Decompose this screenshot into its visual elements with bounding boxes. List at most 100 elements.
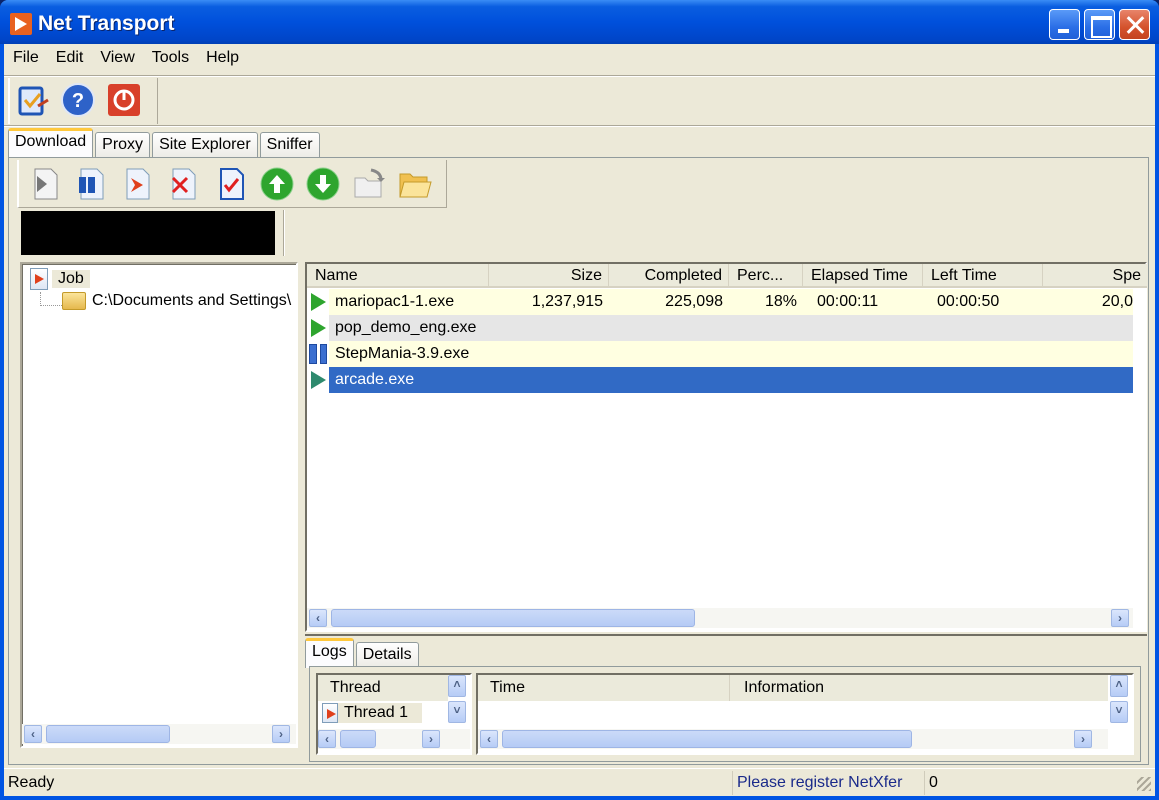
column-header-percent[interactable]: Perc... bbox=[729, 264, 803, 288]
thread-hscrollbar[interactable]: ‹ › bbox=[318, 729, 470, 749]
column-header-size[interactable]: Size bbox=[489, 264, 609, 288]
paused-icon bbox=[307, 344, 329, 364]
thread-header[interactable]: Thread bbox=[318, 675, 448, 701]
log-hscrollbar[interactable]: ‹ › bbox=[478, 729, 1108, 749]
tree-node-folder[interactable]: C:\Documents and Settings\ bbox=[62, 292, 291, 310]
options-button[interactable] bbox=[16, 82, 52, 118]
tab-sniffer[interactable]: Sniffer bbox=[259, 132, 320, 158]
tab-download[interactable]: Download bbox=[8, 128, 94, 158]
menu-bar: File Edit View Tools Help bbox=[4, 46, 247, 72]
scroll-thumb[interactable] bbox=[331, 609, 695, 627]
menu-tools[interactable]: Tools bbox=[143, 46, 197, 72]
help-button[interactable]: ? bbox=[60, 82, 96, 118]
open-folder-button[interactable] bbox=[397, 166, 433, 202]
exit-button[interactable] bbox=[106, 82, 142, 118]
job-icon bbox=[30, 268, 48, 290]
maximize-button[interactable] bbox=[1084, 9, 1115, 40]
cell-elapsed: 00:00:11 bbox=[803, 289, 923, 315]
tab-details[interactable]: Details bbox=[355, 642, 419, 668]
column-header-time[interactable]: Time bbox=[478, 675, 730, 701]
scroll-thumb[interactable] bbox=[340, 730, 376, 748]
menu-help[interactable]: Help bbox=[197, 46, 247, 72]
running-icon bbox=[307, 371, 329, 389]
main-tabs: Download Proxy Site Explorer Sniffer bbox=[8, 128, 322, 158]
tree-hscrollbar[interactable]: ‹ › bbox=[22, 724, 296, 744]
scroll-right-icon[interactable]: › bbox=[272, 725, 290, 743]
list-hscrollbar[interactable]: ‹ › bbox=[307, 608, 1133, 628]
tree-label-job: Job bbox=[52, 270, 90, 288]
menu-edit[interactable]: Edit bbox=[47, 46, 92, 72]
download-list: Name Size Completed Perc... Elapsed Time… bbox=[305, 262, 1147, 632]
main-toolbar: ? bbox=[8, 78, 158, 124]
job-tree: Job C:\Documents and Settings\ ‹ › bbox=[20, 262, 298, 748]
svg-text:?: ? bbox=[72, 90, 84, 112]
column-header-information[interactable]: Information bbox=[730, 675, 824, 701]
scroll-up-icon[interactable]: ˄ bbox=[448, 675, 466, 697]
pause-icon bbox=[79, 168, 104, 200]
move-down-button[interactable] bbox=[305, 166, 341, 202]
scroll-left-icon[interactable]: ‹ bbox=[318, 730, 336, 748]
column-header-left-time[interactable]: Left Time bbox=[923, 264, 1043, 288]
delete-button[interactable] bbox=[165, 166, 201, 202]
minimize-button[interactable] bbox=[1049, 9, 1080, 40]
resize-grip-icon[interactable] bbox=[1137, 777, 1151, 791]
cell-name: pop_demo_eng.exe bbox=[329, 315, 1133, 341]
thread-item[interactable]: Thread 1 bbox=[322, 703, 423, 723]
column-header-completed[interactable]: Completed bbox=[609, 264, 729, 288]
cell-name: mariopac1-1.exe bbox=[329, 289, 489, 315]
window-title: Net Transport bbox=[38, 12, 175, 35]
tab-logs[interactable]: Logs bbox=[305, 638, 354, 668]
horizontal-splitter[interactable] bbox=[305, 634, 1147, 637]
scroll-right-icon[interactable]: › bbox=[422, 730, 440, 748]
scroll-left-icon[interactable]: ‹ bbox=[480, 730, 498, 748]
status-bar: Ready Please register NetXfer 0 bbox=[4, 768, 1155, 796]
progress-graph bbox=[21, 211, 275, 255]
move-up-icon bbox=[260, 167, 294, 201]
status-count: 0 bbox=[924, 771, 1124, 795]
menu-view[interactable]: View bbox=[91, 46, 142, 72]
folder-icon bbox=[62, 292, 86, 310]
column-header-speed[interactable]: Spe bbox=[1043, 264, 1147, 288]
scroll-down-icon[interactable]: ˅ bbox=[1110, 701, 1128, 723]
table-row[interactable]: pop_demo_eng.exe bbox=[307, 315, 1133, 341]
cell-speed: 20,0 bbox=[1043, 289, 1133, 315]
list-header: Name Size Completed Perc... Elapsed Time… bbox=[307, 264, 1147, 288]
thread-label: Thread 1 bbox=[344, 704, 409, 721]
scroll-right-icon[interactable]: › bbox=[1111, 609, 1129, 627]
scroll-left-icon[interactable]: ‹ bbox=[24, 725, 42, 743]
scroll-left-icon[interactable]: ‹ bbox=[309, 609, 327, 627]
new-download-button[interactable] bbox=[119, 166, 155, 202]
tree-label-folder: C:\Documents and Settings\ bbox=[92, 292, 292, 309]
tab-proxy[interactable]: Proxy bbox=[95, 132, 151, 158]
scroll-thumb[interactable] bbox=[46, 725, 170, 743]
close-button[interactable] bbox=[1119, 9, 1150, 40]
complete-button[interactable] bbox=[213, 166, 249, 202]
scroll-down-icon[interactable]: ˅ bbox=[448, 701, 466, 723]
scroll-up-icon[interactable]: ˄ bbox=[1110, 675, 1128, 697]
move-up-button[interactable] bbox=[259, 166, 295, 202]
tab-site-explorer[interactable]: Site Explorer bbox=[152, 132, 258, 158]
tree-node-job[interactable]: Job bbox=[30, 268, 90, 290]
column-header-name[interactable]: Name bbox=[307, 264, 489, 288]
cell-name: StepMania-3.9.exe bbox=[329, 341, 1133, 367]
scroll-thumb[interactable] bbox=[502, 730, 912, 748]
title-bar[interactable]: Net Transport bbox=[0, 0, 1159, 44]
menu-separator bbox=[4, 75, 1155, 77]
toolbar-separator bbox=[4, 125, 1155, 127]
menu-file[interactable]: File bbox=[4, 46, 47, 72]
pause-button[interactable] bbox=[73, 166, 109, 202]
delete-icon bbox=[171, 168, 196, 200]
thread-list: Thread Thread 1 ˄ ˅ ‹ › bbox=[316, 673, 472, 755]
help-icon: ? bbox=[61, 83, 95, 117]
column-header-elapsed[interactable]: Elapsed Time bbox=[803, 264, 923, 288]
register-link[interactable]: Please register NetXfer bbox=[732, 771, 906, 795]
move-folder-button[interactable] bbox=[351, 166, 387, 202]
table-row[interactable]: StepMania-3.9.exe bbox=[307, 341, 1133, 367]
app-icon bbox=[10, 13, 32, 35]
table-row[interactable]: mariopac1-1.exe 1,237,915 225,098 18% 00… bbox=[307, 289, 1133, 315]
complete-icon bbox=[220, 168, 244, 200]
logs-panel: Thread Thread 1 ˄ ˅ ‹ › Time Information… bbox=[309, 666, 1141, 762]
start-button[interactable] bbox=[27, 166, 63, 202]
scroll-right-icon[interactable]: › bbox=[1074, 730, 1092, 748]
table-row-selected[interactable]: arcade.exe bbox=[307, 367, 1133, 393]
